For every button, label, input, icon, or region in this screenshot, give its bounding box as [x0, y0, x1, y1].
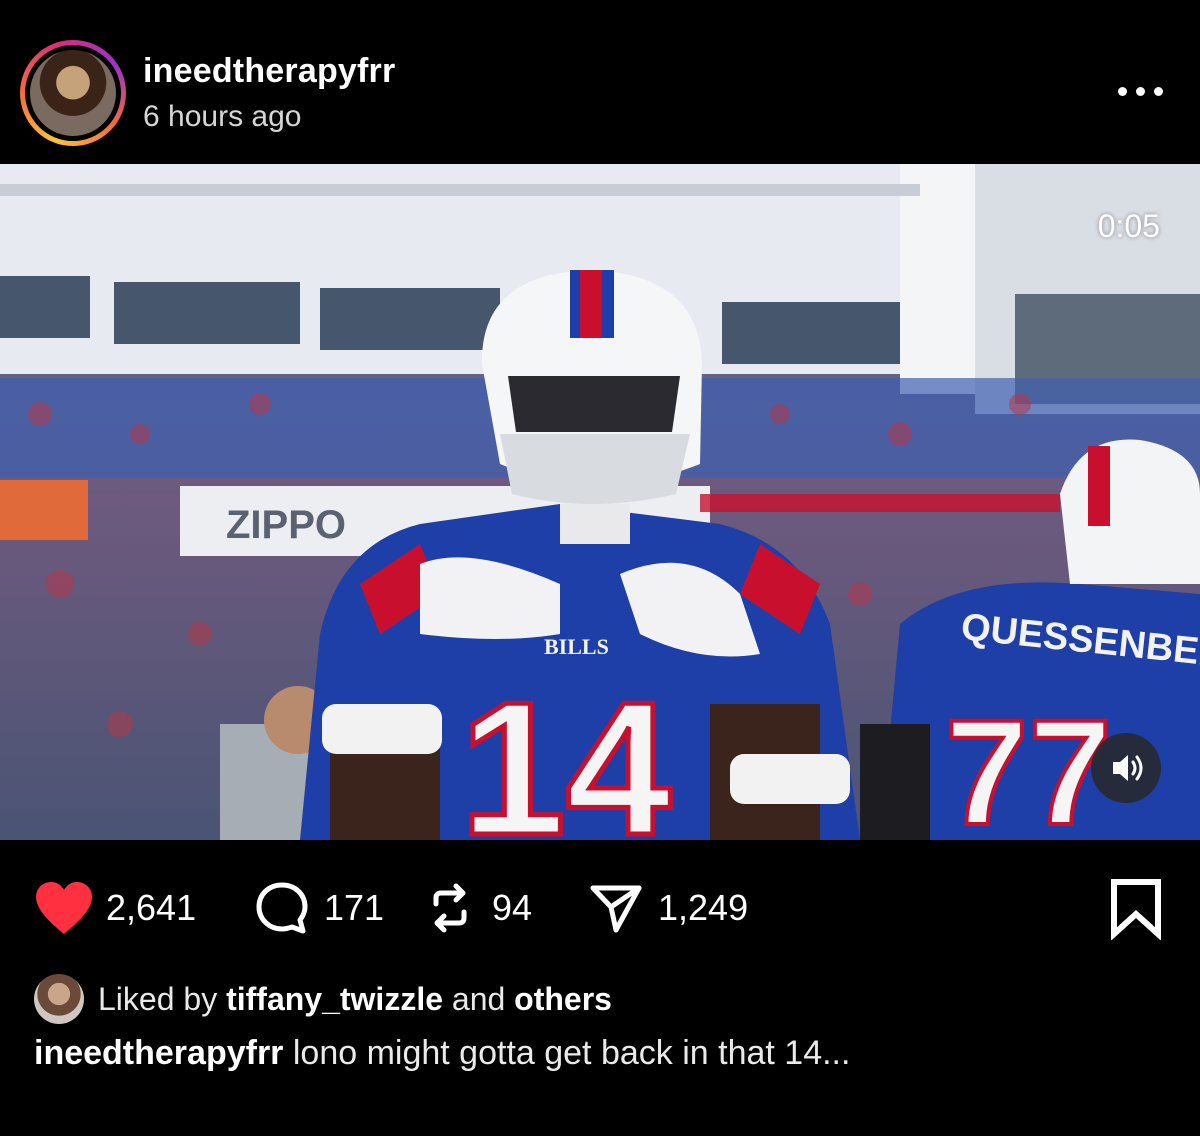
video-player[interactable]: ZIPPO QUESSENBERRY 77 BILLS 14 0:05 — [0, 164, 1200, 840]
liked-by-avatar[interactable] — [34, 974, 84, 1024]
more-options-icon[interactable] — [1116, 84, 1164, 100]
liked-by-connector: and — [451, 980, 506, 1017]
heart-icon[interactable] — [32, 876, 96, 940]
liked-by-row[interactable]: Liked by tiffany_twizzle and others — [34, 972, 612, 1026]
share-count: 1,249 — [658, 887, 749, 928]
player2-number: 77 — [945, 688, 1112, 840]
like-count: 2,641 — [106, 887, 197, 928]
like-button[interactable]: 2,641 — [32, 876, 196, 940]
comment-button[interactable]: 171 — [250, 876, 384, 940]
post-caption: ineedtherapyfrr lono might gotta get bac… — [34, 1034, 850, 1073]
avatar[interactable] — [30, 50, 116, 136]
action-bar: 2,641 171 94 1,249 — [0, 856, 1200, 956]
comment-count: 171 — [324, 887, 385, 928]
video-duration: 0:05 — [1097, 208, 1160, 244]
banner-text: ZIPPO — [226, 503, 346, 547]
post-header: ineedtherapyfrr 6 hours ago — [0, 0, 1200, 164]
repost-button[interactable]: 94 — [418, 876, 532, 940]
post-username[interactable]: ineedtherapyfrr — [143, 52, 395, 91]
jersey-number: 14 — [460, 663, 671, 840]
video-frame: ZIPPO QUESSENBERRY 77 BILLS 14 — [0, 164, 1200, 840]
liked-by-user[interactable]: tiffany_twizzle — [226, 981, 443, 1018]
bookmark-icon[interactable] — [1104, 876, 1168, 941]
comment-icon[interactable] — [250, 876, 314, 940]
caption-text: lono might gotta get back in that 14... — [292, 1034, 851, 1072]
share-button[interactable]: 1,249 — [584, 876, 748, 940]
story-ring[interactable] — [20, 40, 126, 146]
liked-by-prefix: Liked by — [98, 980, 218, 1017]
repost-icon[interactable] — [418, 876, 482, 940]
repost-count: 94 — [492, 887, 533, 928]
send-icon[interactable] — [584, 876, 648, 940]
jersey-brand: BILLS — [544, 634, 609, 659]
sound-toggle-icon[interactable] — [1091, 733, 1161, 803]
post-timestamp: 6 hours ago — [143, 100, 302, 133]
liked-by-others[interactable]: others — [514, 981, 612, 1018]
caption-username[interactable]: ineedtherapyfrr — [34, 1034, 283, 1072]
